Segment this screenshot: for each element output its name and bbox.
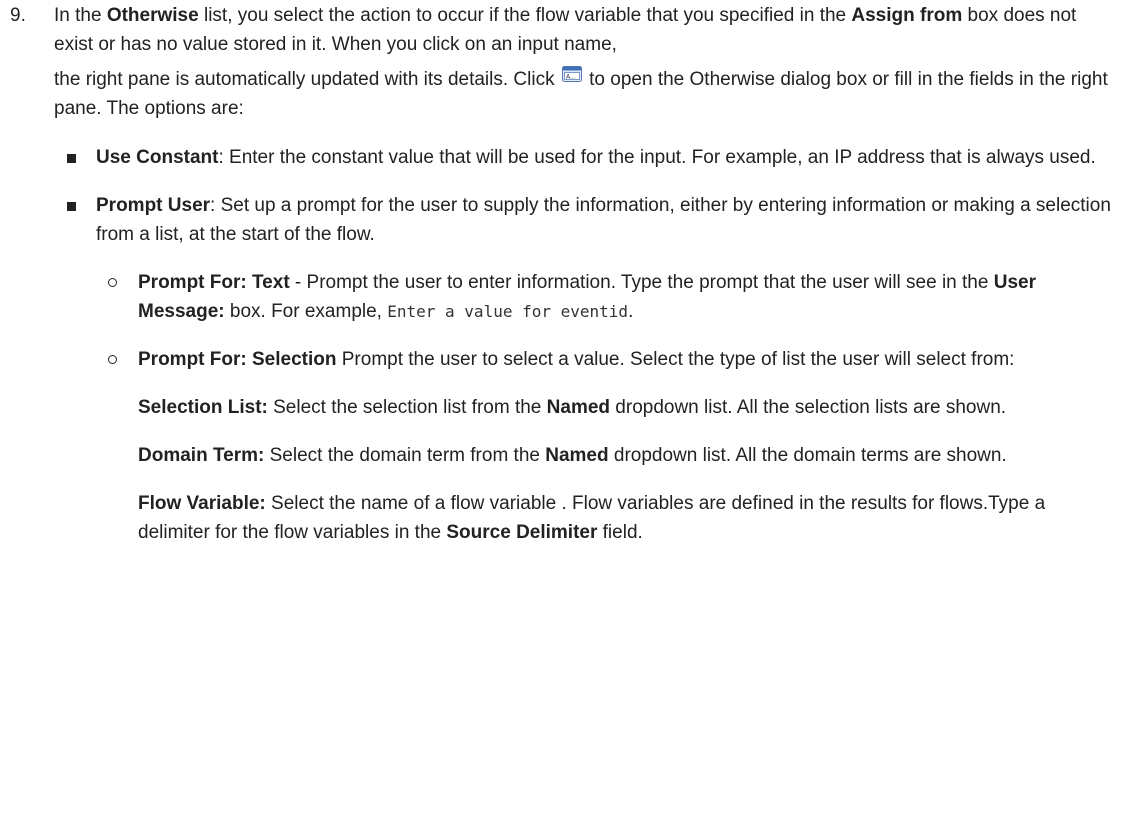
flow-variable-label: Flow Variable: (138, 493, 266, 514)
svg-text:A...: A... (566, 74, 576, 81)
step-number: 9. (10, 5, 26, 26)
paragraph-text: field. (597, 522, 643, 543)
named-term: Named (546, 397, 611, 418)
otherwise-term: Otherwise (106, 5, 199, 26)
option-text: : Set up a prompt for the user to supply… (96, 195, 1111, 245)
flow-variable-paragraph: Flow Variable: Select the name of a flow… (138, 489, 1120, 547)
prompt-for-text: Prompt For: Text - Prompt the user to en… (96, 268, 1120, 326)
prompt-types-list: Prompt For: Text - Prompt the user to en… (96, 268, 1120, 547)
option-use-constant: Use Constant: Enter the constant value t… (54, 143, 1120, 172)
option-label: Prompt User (96, 195, 211, 216)
intro-text: the right pane is automatically updated … (54, 69, 560, 90)
input-dialog-icon: A... (561, 62, 582, 91)
document-page: 9. In the Otherwise list, you select the… (0, 0, 1130, 838)
circle-bullet-icon (108, 355, 117, 364)
step-9: 9. In the Otherwise list, you select the… (10, 1, 1120, 566)
assign-from-term: Assign from (851, 5, 963, 26)
step-intro-paragraph-cont: the right pane is automatically updated … (54, 62, 1120, 123)
option-prompt-user: Prompt User: Set up a prompt for the use… (54, 191, 1120, 547)
step-intro-paragraph: In the Otherwise list, you select the ac… (54, 1, 1120, 59)
domain-term-label: Domain Term: (138, 445, 265, 466)
sub-option-label: Prompt For: Text (138, 272, 290, 293)
sub-option-text: . (628, 301, 634, 322)
paragraph-text: Select the selection list from the (267, 397, 547, 418)
option-label: Use Constant (96, 147, 219, 168)
intro-text: list, you select the action to occur if … (198, 5, 852, 26)
paragraph-text: dropdown list. All the selection lists a… (610, 397, 1007, 418)
paragraph-text: dropdown list. All the domain terms are … (608, 445, 1007, 466)
sub-option-text: box. For example, (224, 301, 388, 322)
selection-list-label: Selection List: (138, 397, 268, 418)
sub-option-text: - Prompt the user to enter information. … (289, 272, 994, 293)
source-delimiter-term: Source Delimiter (446, 522, 598, 543)
sub-option-label: Prompt For: Selection (138, 349, 337, 370)
circle-bullet-icon (108, 278, 117, 287)
sub-option-text: Prompt the user to select a value. Selec… (336, 349, 1015, 370)
named-term: Named (545, 445, 609, 466)
square-bullet-icon (67, 202, 76, 211)
option-text: : Enter the constant value that will be … (218, 147, 1096, 168)
prompt-for-selection: Prompt For: Selection Prompt the user to… (96, 345, 1120, 547)
code-example: Enter a value for eventid (387, 302, 629, 321)
intro-text: In the (54, 5, 107, 26)
square-bullet-icon (67, 154, 76, 163)
selection-list-paragraph: Selection List: Select the selection lis… (138, 393, 1120, 422)
step-body: In the Otherwise list, you select the ac… (54, 1, 1120, 547)
options-list: Use Constant: Enter the constant value t… (54, 143, 1120, 547)
domain-term-paragraph: Domain Term: Select the domain term from… (138, 441, 1120, 470)
paragraph-text: Select the domain term from the (264, 445, 546, 466)
